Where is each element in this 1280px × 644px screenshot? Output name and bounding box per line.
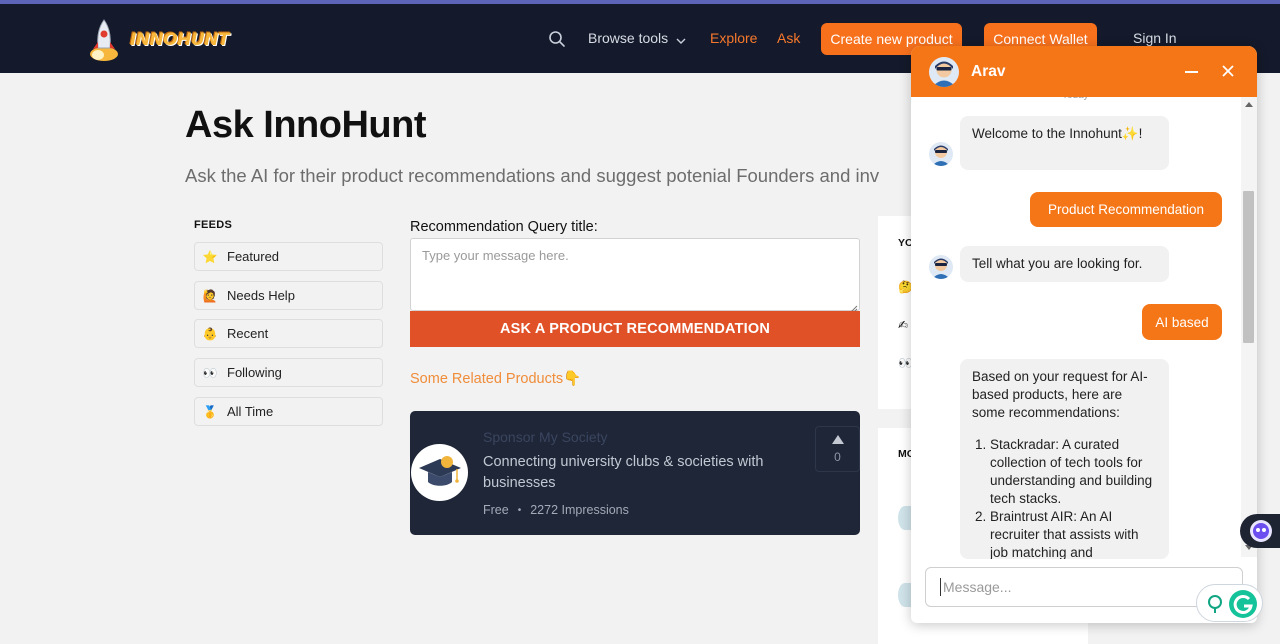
avatar [898,506,912,530]
sponsor-product-card[interactable]: Sponsor My Society Connecting university… [410,411,860,535]
sponsor-description: Connecting university clubs & societies … [483,454,764,491]
chat-scrollbar-thumb[interactable] [1243,191,1254,343]
ask-link[interactable]: Ask [777,30,800,46]
feed-item-label: Following [227,365,282,380]
chat-user-message: AI based [1142,304,1222,340]
scroll-up-icon[interactable] [1245,102,1253,107]
impressions-count: 2272 Impressions [530,503,629,517]
logo[interactable]: INNOHUNT [86,18,230,62]
lightbulb-icon [1208,595,1222,609]
list-item: Stackradar: A curated collection of tech… [990,436,1157,508]
logo-text: INNOHUNT [130,30,230,50]
avatar [929,142,953,166]
browse-tools-menu[interactable]: Browse tools [588,30,686,46]
explore-link[interactable]: Explore [710,30,757,46]
feed-item-needs-help[interactable]: 🙋 Needs Help [194,281,383,310]
feed-item-following[interactable]: 👀 Following [194,358,383,387]
query-title-label: Recommendation Query title: [410,219,598,235]
recommendation-list: Stackradar: A curated collection of tech… [972,436,1157,559]
page-subtitle: Ask the AI for their product recommendat… [185,165,880,186]
feed-item-all-time[interactable]: 🥇 All Time [194,397,383,426]
chat-user-message: Product Recommendation [1030,192,1222,227]
browse-tools-label: Browse tools [588,30,669,46]
feed-item-featured[interactable]: ⭐ Featured [194,242,383,271]
chat-agent-name: Arav [971,63,1006,80]
feed-item-recent[interactable]: 👶 Recent [194,319,383,348]
price-tag: Free [483,503,509,517]
ask-recommendation-button[interactable]: ASK A PRODUCT RECOMMENDATION [410,311,860,347]
raised-hand-icon: 🙋 [202,288,218,303]
avatar [898,583,912,607]
chat-input-placeholder: Message... [943,579,1012,595]
page-title: Ask InnoHunt [185,104,426,146]
star-icon: ⭐ [202,249,218,264]
chevron-down-icon [676,33,686,44]
related-products-heading: Some Related Products👇 [410,371,582,387]
feed-item-label: Featured [227,249,280,264]
baby-icon: 👶 [202,326,218,341]
grammarly-widget[interactable] [1196,584,1263,622]
chat-widget: Today Welcome to the Innohunt✨! Product … [911,46,1257,623]
resize-handle-icon[interactable] [850,301,858,313]
feed-item-label: Needs Help [227,288,295,303]
medal-icon: 🥇 [202,404,218,419]
recommendation-intro: Based on your request for AI-based produ… [972,369,1148,420]
minimize-icon[interactable] [1185,71,1198,73]
upvote-triangle-icon [831,434,844,444]
graduation-cap-icon [411,444,468,501]
feed-item-label: All Time [227,404,274,419]
avatar [929,57,959,87]
sponsor-name[interactable]: Sponsor My Society [483,429,608,445]
chat-header: Arav [911,46,1257,97]
sign-in-link[interactable]: Sign In [1133,30,1177,46]
list-item: Braintrust AIR: An AI recruiter that ass… [990,508,1157,559]
assistant-launcher-icon[interactable] [1240,514,1280,548]
query-textarea[interactable]: Type your message here. [410,238,860,313]
avatar [929,255,953,279]
feeds-heading: FEEDS [194,219,233,231]
writing-hand-icon: ✍ [898,318,909,332]
rocket-icon [86,18,122,62]
separator-dot: • [517,504,522,516]
feed-item-label: Recent [227,326,269,341]
eyes-icon: 👀 [202,365,218,380]
chat-bot-recommendations: Based on your request for AI-based produ… [960,359,1169,559]
close-icon[interactable] [1221,64,1235,78]
chat-bot-message: Tell what you are looking for. [960,246,1169,282]
sponsor-meta: Free • 2272 Impressions [483,503,629,517]
query-placeholder: Type your message here. [422,248,569,263]
upvote-button[interactable]: 0 [815,426,860,472]
text-caret [940,578,941,596]
vote-count: 0 [834,449,841,464]
chat-bot-message: Welcome to the Innohunt✨! [960,116,1169,170]
search-icon[interactable] [548,30,566,48]
